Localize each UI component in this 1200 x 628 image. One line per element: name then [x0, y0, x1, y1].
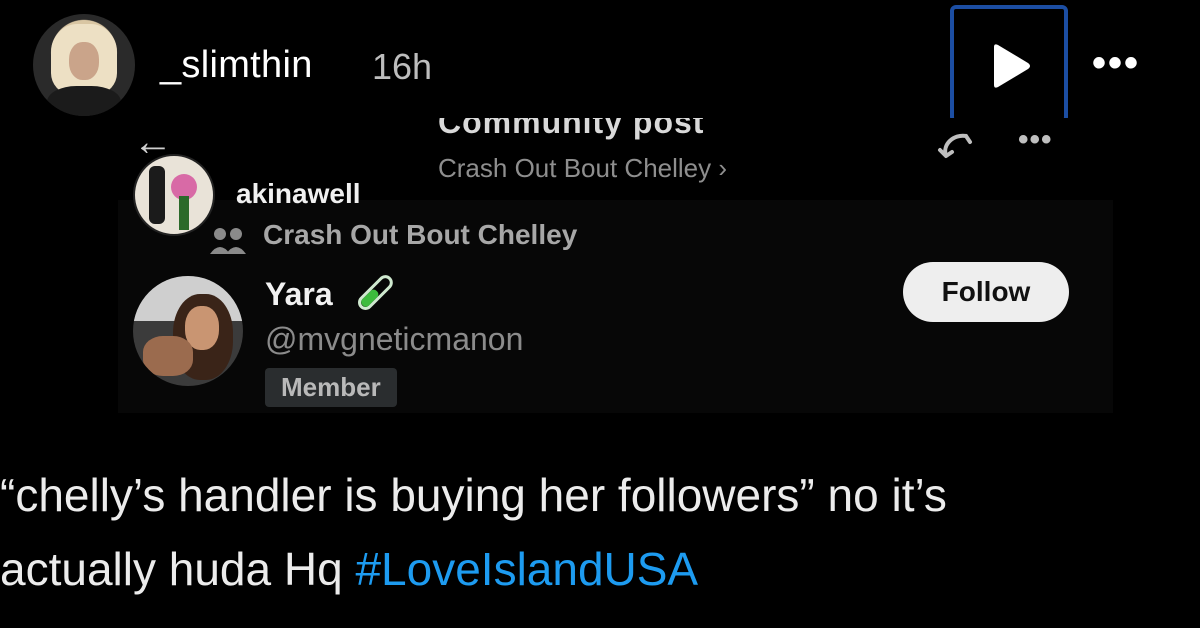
story-timestamp: 16h — [372, 46, 433, 87]
hashtag-link[interactable]: #LoveIslandUSA — [355, 543, 698, 595]
page-title: Community post — [438, 118, 705, 140]
author-handle: @mvgneticmanon — [265, 321, 524, 357]
community-name: Crash Out Bout Chelley — [263, 219, 578, 250]
author-name: Yara — [265, 276, 333, 312]
member-badge: Member — [265, 368, 397, 407]
share-icon — [938, 133, 972, 158]
story-caption: “chelly’s handler is buying her follower… — [0, 458, 1200, 606]
community-group-icon — [210, 228, 246, 254]
more-options-icon[interactable]: ••• — [1092, 43, 1140, 83]
community-link: Crash Out Bout Chelley › — [438, 153, 728, 183]
story-username[interactable]: _slimthin — [160, 44, 313, 87]
caption-line-1: “chelly’s handler is buying her follower… — [0, 469, 947, 521]
follow-button: Follow — [903, 262, 1069, 322]
reposter-avatar — [133, 154, 215, 236]
embedded-post-screenshot: Community post ← Crash Out Bout Chelley … — [108, 118, 1113, 413]
reposter-name: akinawell — [236, 178, 361, 209]
test-tube-emoji-icon — [358, 275, 393, 310]
caption-line-2-text: actually huda Hq — [0, 543, 356, 595]
play-icon — [994, 44, 1030, 88]
post-more-icon: ••• — [1018, 123, 1053, 156]
play-button[interactable] — [950, 5, 1068, 123]
story-avatar[interactable] — [33, 14, 135, 116]
author-avatar — [133, 276, 243, 386]
caption-line-2: actually huda Hq #LoveIslandUSA — [0, 532, 1200, 606]
